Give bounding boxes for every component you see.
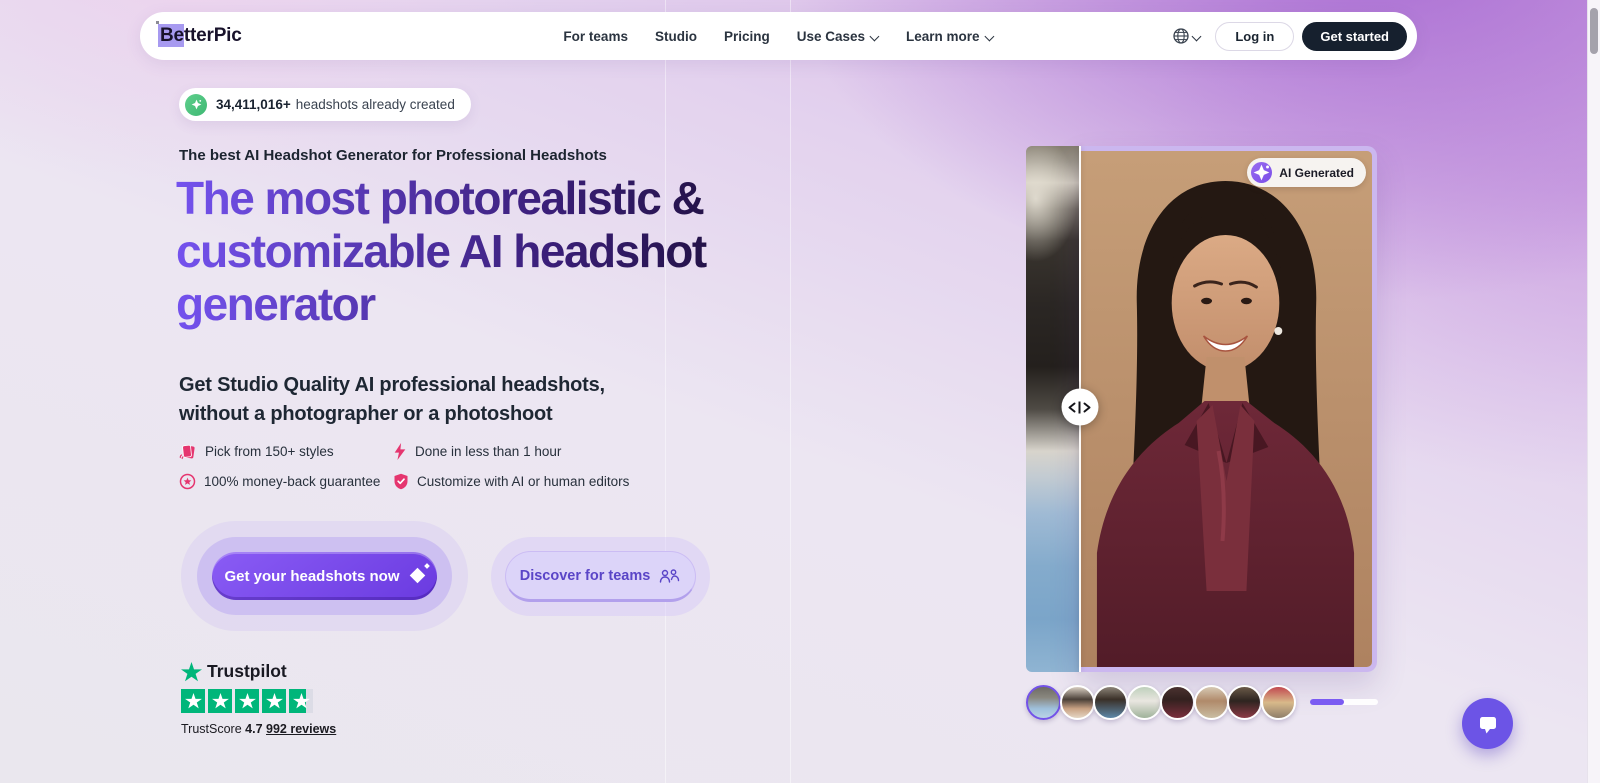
get-headshots-button[interactable]: Get your headshots now — [212, 552, 437, 600]
get-started-button[interactable]: Get started — [1302, 21, 1407, 51]
feature-guarantee: 100% money-back guarantee — [179, 473, 393, 490]
trustpilot-caption: TrustScore 4.7 992 reviews — [181, 722, 337, 736]
login-button[interactable]: Log in — [1215, 21, 1295, 51]
page: BetterPic For teams Studio Pricing Use C… — [0, 0, 1600, 783]
ai-generated-photo: AI Generated — [1079, 146, 1377, 672]
user-thumbnail-2[interactable] — [1059, 685, 1095, 720]
drag-arrows-icon — [1068, 401, 1091, 413]
trustpilot-logo: Trustpilot — [181, 661, 336, 682]
comparison-slider-handle[interactable] — [1061, 388, 1099, 426]
medal-icon — [179, 473, 196, 490]
ai-generated-badge: AI Generated — [1247, 158, 1366, 187]
headshot-thumbnails — [1026, 685, 1296, 720]
user-thumbnail-6[interactable] — [1193, 685, 1229, 720]
trustpilot-star-icon — [181, 661, 202, 681]
trustpilot-rating-stars — [181, 689, 336, 713]
nav-use-cases[interactable]: Use Cases — [797, 29, 879, 44]
trustpilot-widget: Trustpilot TrustScore 4.7 992 reviews — [181, 661, 336, 736]
style-cards-icon — [179, 444, 195, 460]
reviews-link[interactable]: 992 reviews — [266, 722, 336, 736]
hero-eyebrow: The best AI Headshot Generator for Profe… — [179, 147, 607, 164]
headshots-count-label: headshots already created — [295, 97, 455, 112]
header-actions: Log in Get started — [1172, 21, 1407, 51]
hero-subheading: Get Studio Quality AI professional heads… — [179, 374, 605, 425]
sparkle-icon — [185, 93, 207, 116]
chevron-down-icon — [871, 32, 879, 40]
nav-pricing[interactable]: Pricing — [724, 29, 770, 44]
header: BetterPic For teams Studio Pricing Use C… — [140, 12, 1417, 60]
nav-studio[interactable]: Studio — [655, 29, 697, 44]
before-after-showcase: AI Generated — [1026, 146, 1378, 720]
chevron-down-icon — [986, 32, 994, 40]
trustpilot-star-4 — [262, 689, 286, 713]
hero-heading: The most photorealistic & customizable A… — [176, 172, 856, 331]
diamond-sparkle-icon — [411, 569, 425, 583]
discover-for-teams-button[interactable]: Discover for teams — [505, 551, 696, 602]
scrollbar-track[interactable] — [1587, 0, 1600, 783]
trustpilot-star-1 — [181, 689, 205, 713]
chat-bubble-icon — [1479, 716, 1496, 733]
background-gridline — [790, 0, 791, 783]
feature-customize: Customize with AI or human editors — [393, 473, 629, 490]
feature-speed: Done in less than 1 hour — [393, 443, 629, 460]
headshots-counter-badge: 34,411,016+ headshots already created — [179, 88, 471, 121]
portrait-illustration — [1079, 151, 1372, 667]
user-thumbnail-1[interactable] — [1026, 685, 1061, 720]
trustpilot-star-2 — [208, 689, 232, 713]
feature-styles: Pick from 150+ styles — [179, 443, 393, 460]
user-thumbnail-3[interactable] — [1093, 685, 1128, 720]
logo[interactable]: BetterPic — [158, 24, 242, 47]
team-people-icon — [660, 568, 680, 583]
user-thumbnail-8[interactable] — [1260, 685, 1296, 720]
headshots-count: 34,411,016+ — [216, 97, 291, 112]
user-thumbnail-5[interactable] — [1160, 685, 1195, 720]
sparkle-icon — [1251, 162, 1273, 183]
main-nav: For teams Studio Pricing Use Cases Learn… — [563, 12, 993, 60]
nav-for-teams[interactable]: For teams — [563, 29, 628, 44]
feature-list: Pick from 150+ styles Done in less than … — [179, 443, 629, 490]
chat-widget-button[interactable] — [1462, 698, 1513, 749]
carousel-progress[interactable] — [1310, 699, 1378, 705]
carousel-progress-fill — [1310, 699, 1344, 705]
scrollbar-thumb[interactable] — [1590, 8, 1598, 54]
background-gridline — [665, 0, 666, 783]
chevron-down-icon — [1193, 32, 1201, 40]
user-thumbnail-7[interactable] — [1227, 685, 1262, 720]
trustpilot-star-3 — [235, 689, 259, 713]
shield-check-icon — [394, 473, 408, 490]
nav-learn-more[interactable]: Learn more — [906, 29, 994, 44]
user-thumbnail-4[interactable] — [1126, 685, 1162, 720]
lightning-icon — [394, 443, 406, 460]
language-selector[interactable] — [1172, 27, 1201, 45]
globe-icon — [1173, 28, 1190, 44]
trustpilot-star-5 — [289, 689, 313, 713]
